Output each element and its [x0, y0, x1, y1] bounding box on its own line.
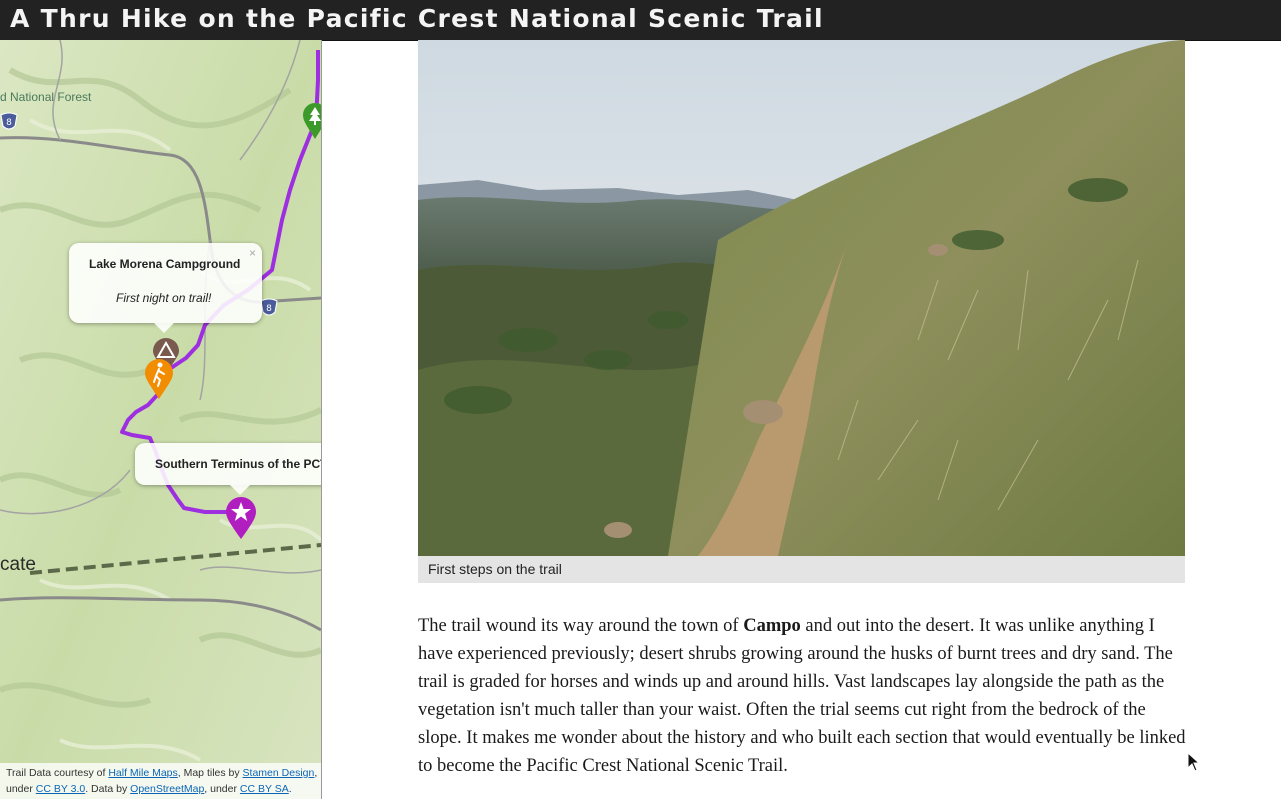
- popup-tip: [154, 323, 174, 333]
- trail-map[interactable]: d National Forest cate 8 8 × Lake Morena…: [0, 40, 322, 799]
- mouse-cursor-icon: [1187, 752, 1201, 772]
- stamen-design-link[interactable]: Stamen Design: [243, 767, 315, 779]
- popup-title: Lake Morena Campground: [89, 257, 241, 271]
- campo-bold: Campo: [743, 616, 801, 636]
- lake-morena-popup: × Lake Morena Campground First night on …: [69, 243, 262, 333]
- openstreetmap-link[interactable]: OpenStreetMap: [130, 783, 204, 795]
- tree-icon[interactable]: [302, 102, 322, 140]
- svg-text:8: 8: [6, 118, 12, 128]
- caption-text: First steps on the trail: [428, 561, 562, 577]
- page-header: A Thru Hike on the Pacific Crest Nationa…: [0, 0, 1281, 41]
- svg-text:8: 8: [266, 304, 272, 314]
- highway-8-shield-icon: 8: [260, 298, 278, 316]
- article-body: The trail wound its way around the town …: [418, 612, 1188, 780]
- page-title: A Thru Hike on the Pacific Crest Nationa…: [10, 4, 824, 33]
- popup-tip: [230, 485, 250, 495]
- star-icon[interactable]: [225, 496, 257, 540]
- forest-label: d National Forest: [0, 90, 92, 104]
- cc-by-link[interactable]: CC BY 3.0: [36, 783, 85, 795]
- cc-by-sa-link[interactable]: CC BY SA: [240, 783, 289, 795]
- popup-close-button[interactable]: ×: [249, 246, 256, 260]
- town-label: cate: [0, 554, 36, 575]
- trail-photo: [418, 40, 1185, 556]
- popup-title: Southern Terminus of the PCT: [155, 457, 322, 471]
- photo-caption: First steps on the trail: [418, 556, 1185, 583]
- highway-8-shield-icon: 8: [0, 112, 18, 130]
- article-paragraph: The trail wound its way around the town …: [418, 616, 1186, 776]
- hiker-icon[interactable]: [144, 358, 174, 400]
- map-tiles[interactable]: [0, 40, 321, 799]
- southern-terminus-popup: Southern Terminus of the PCT: [135, 443, 322, 495]
- popup-note: First night on trail!: [116, 291, 212, 305]
- half-mile-maps-link[interactable]: Half Mile Maps: [108, 767, 177, 779]
- map-attribution: Trail Data courtesy of Half Mile Maps, M…: [0, 763, 321, 799]
